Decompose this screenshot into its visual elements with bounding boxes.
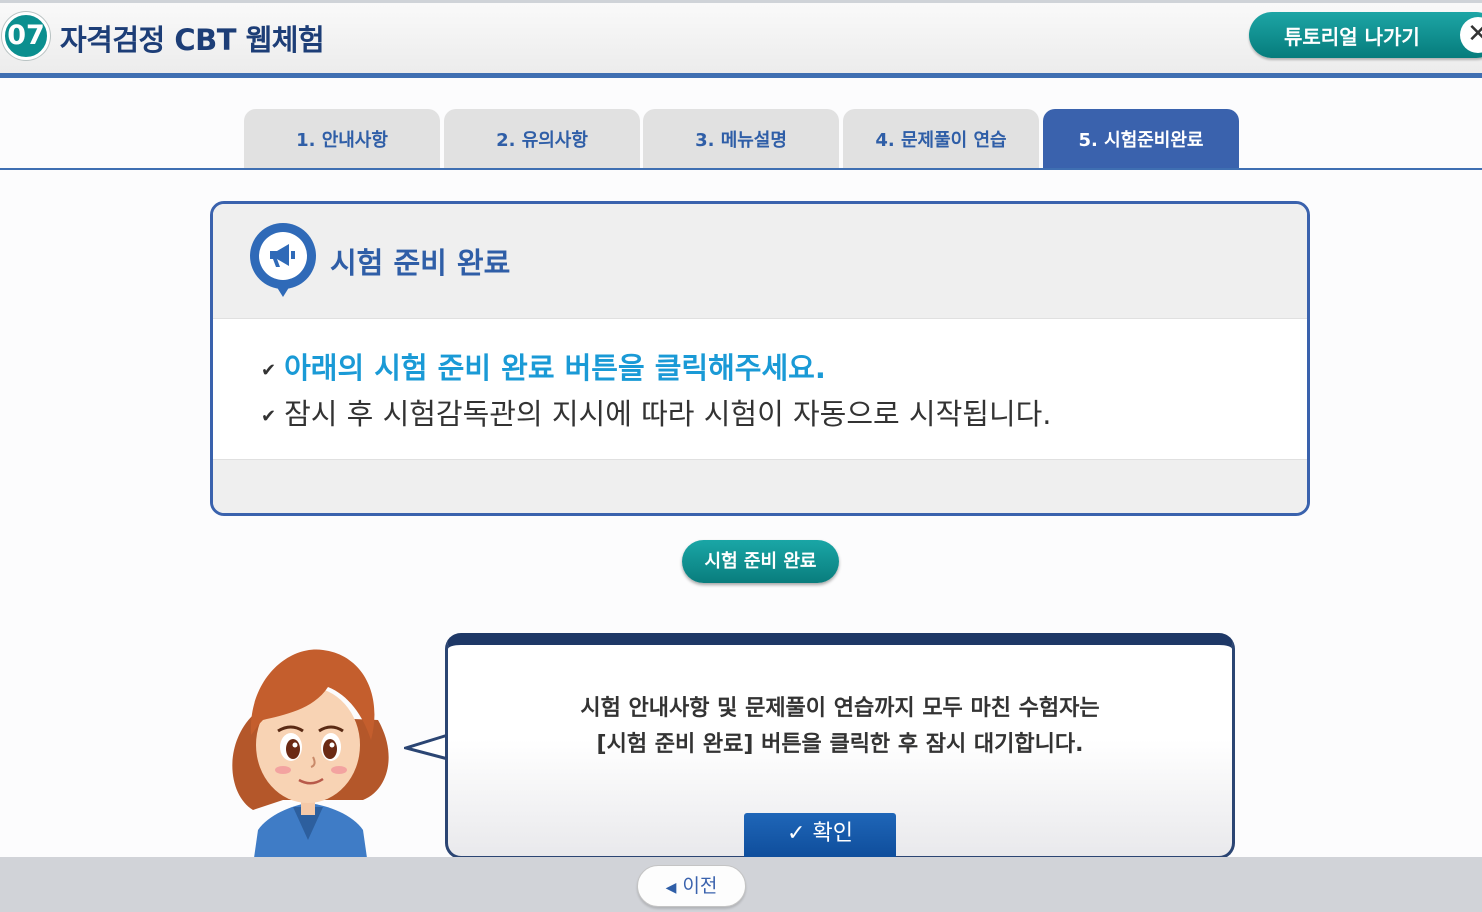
guide-character-illustration <box>232 649 389 865</box>
exam-ready-panel: 시험 준비 완료 ✔ 아래의 시험 준비 완료 버튼을 클릭해주세요. ✔ 잠시 후… <box>210 201 1310 516</box>
panel-footer <box>213 459 1307 513</box>
step-number-badge: 07 <box>2 12 50 60</box>
panel-title: 시험 준비 완료 <box>330 246 511 280</box>
close-icon[interactable]: ✕ <box>1460 17 1482 53</box>
checkmark-icon: ✓ <box>787 821 806 846</box>
confirm-label: 확인 <box>812 821 853 846</box>
check-icon: ✔ <box>261 359 277 381</box>
bubble-text-line1: 시험 안내사항 및 문제풀이 연습까지 모두 마친 수험자는 <box>580 696 1100 721</box>
check-icon: ✔ <box>261 405 277 427</box>
bubble-text-line2: [시험 준비 완료] 버튼을 클릭한 후 잠시 대기합니다. <box>596 732 1084 757</box>
exit-tutorial-label: 튜토리얼 나가기 <box>1284 25 1420 49</box>
panel-header: 시험 준비 완료 <box>213 204 1307 319</box>
instruction-line: ✔ 아래의 시험 준비 완료 버튼을 클릭해주세요. <box>261 345 826 387</box>
exit-tutorial-button[interactable]: 튜토리얼 나가기 ✕ <box>1249 12 1482 58</box>
speech-bubble-tail <box>404 733 449 761</box>
tab-practice[interactable]: 4. 문제풀이 연습 <box>843 109 1039 169</box>
previous-label: 이전 <box>682 875 718 897</box>
top-header: 07 자격검정 CBT 웹체험 튜토리얼 나가기 ✕ <box>0 0 1482 78</box>
confirm-button[interactable]: ✓ 확인 <box>744 813 896 857</box>
tab-precautions[interactable]: 2. 유의사항 <box>444 109 640 169</box>
tab-menu-description[interactable]: 3. 메뉴설명 <box>643 109 839 169</box>
tab-guide[interactable]: 1. 안내사항 <box>244 109 440 169</box>
tabs-divider <box>0 168 1482 170</box>
notice-line: ✔ 잠시 후 시험감독관의 지시에 따라 시험이 자동으로 시작됩니다. <box>261 391 1052 433</box>
instruction-text: 아래의 시험 준비 완료 버튼을 클릭해주세요. <box>284 351 826 385</box>
app-title: 자격검정 CBT 웹체험 <box>60 23 325 57</box>
tab-exam-ready[interactable]: 5. 시험준비완료 <box>1043 109 1239 169</box>
notice-text: 잠시 후 시험감독관의 지시에 따라 시험이 자동으로 시작됩니다. <box>284 397 1052 431</box>
previous-button[interactable]: ◀ 이전 <box>637 865 746 907</box>
exam-ready-button[interactable]: 시험 준비 완료 <box>682 540 839 583</box>
panel-body: ✔ 아래의 시험 준비 완료 버튼을 클릭해주세요. ✔ 잠시 후 시험감독관의 지… <box>213 319 1307 459</box>
left-triangle-icon: ◀ <box>665 880 677 896</box>
megaphone-icon <box>250 223 316 297</box>
